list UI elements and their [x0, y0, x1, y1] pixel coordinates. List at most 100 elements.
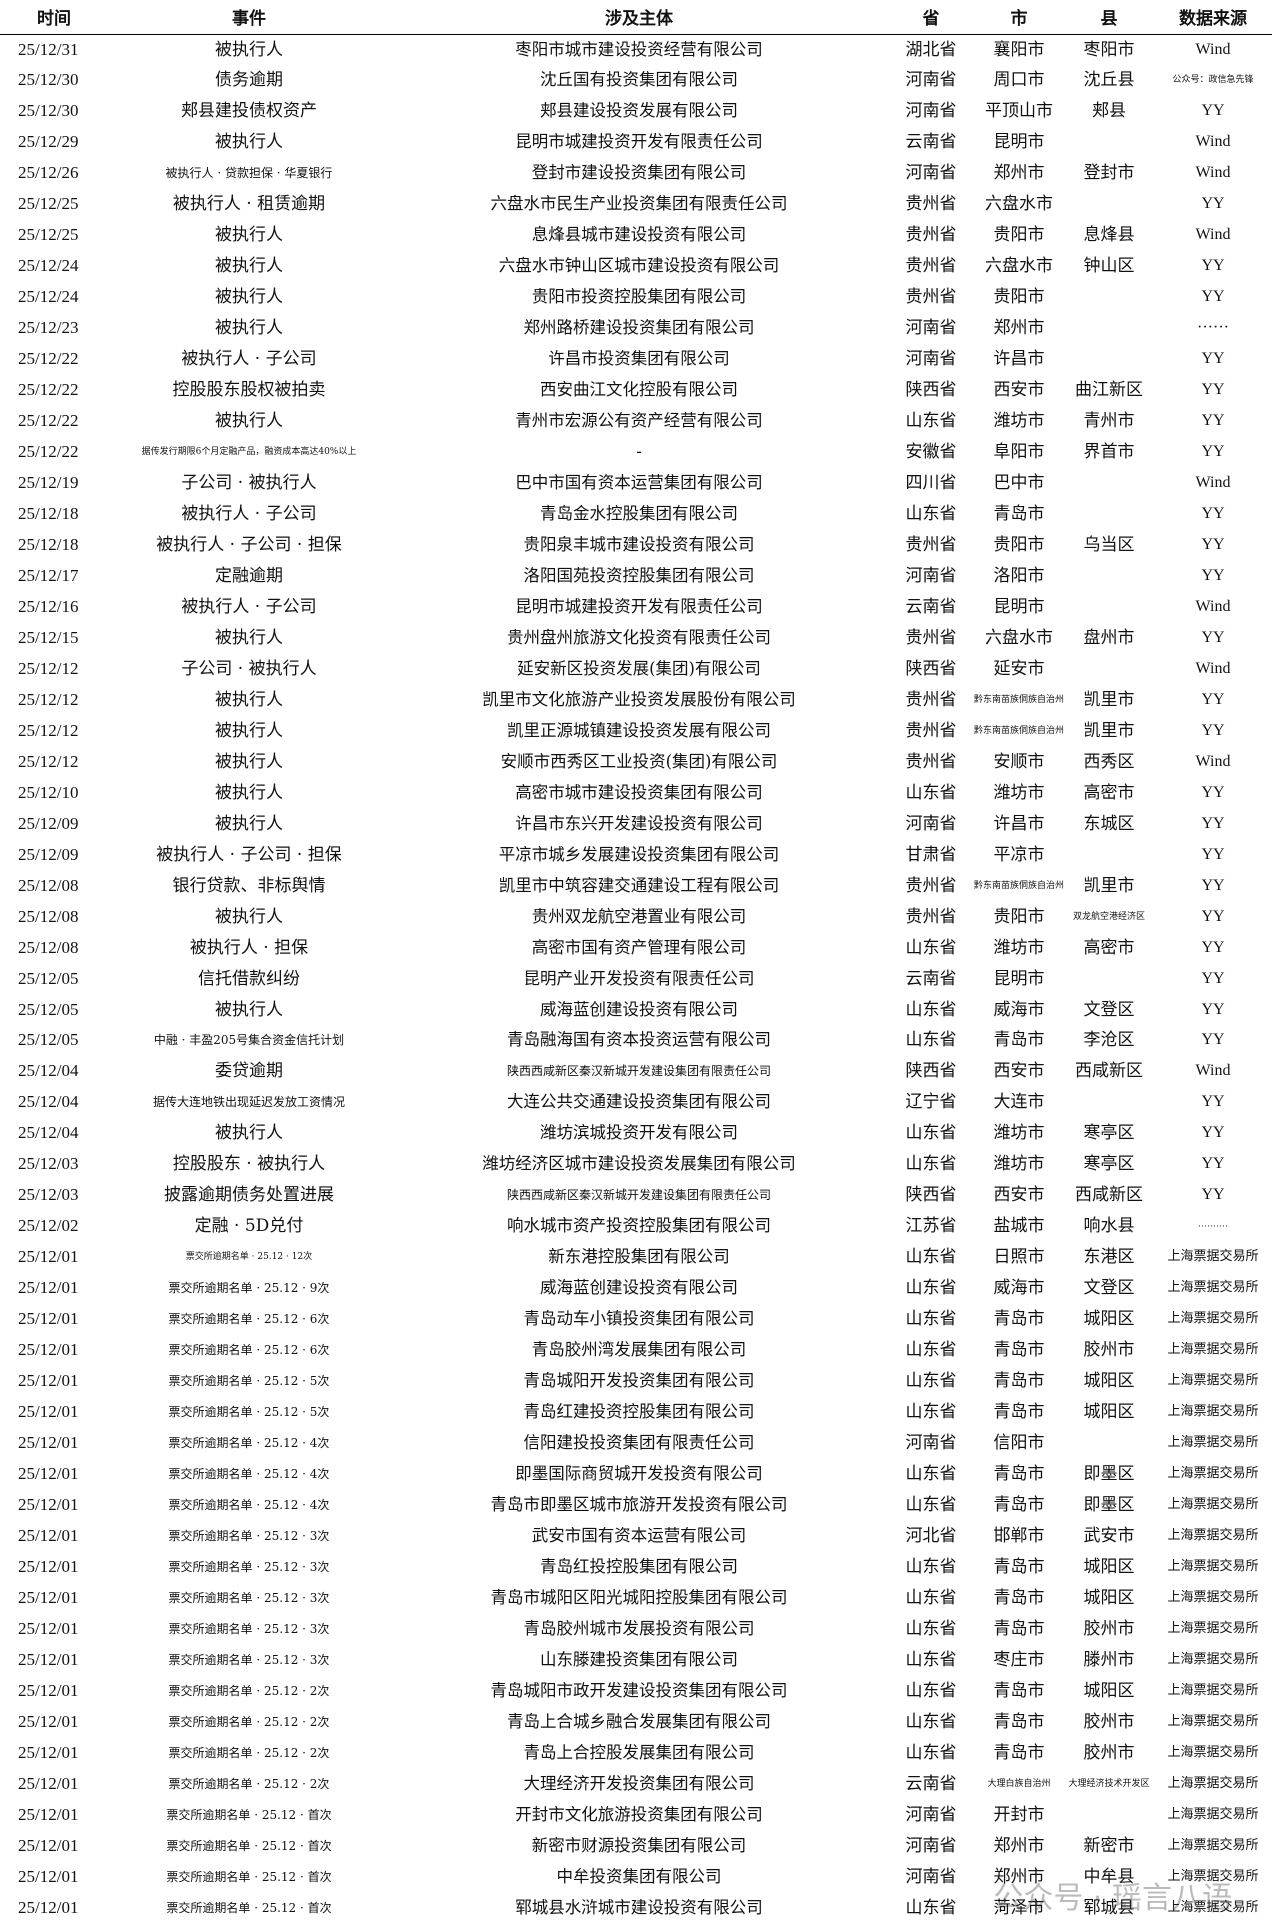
event-cell: 被执行人	[215, 411, 283, 432]
entity-cell: 郏县建设投资发展有限公司	[540, 101, 738, 121]
entity-cell: 贵阳市投资控股集团有限公司	[531, 287, 747, 307]
event-cell: 委贷逾期	[215, 1061, 283, 1082]
event-cell: 被执行人	[215, 256, 283, 277]
header-row: 时间 事件 涉及主体 省 市 县 数据来源	[0, 0, 1272, 35]
event-cell: 票交所逾期名单 · 25.12 · 4次	[168, 1467, 330, 1482]
county-cell: 西咸新区	[1075, 1061, 1143, 1082]
source-cell: YY	[1201, 1000, 1225, 1018]
entity-cell: 威海蓝创建设投资有限公司	[540, 1278, 738, 1298]
source-cell: YY	[1201, 628, 1225, 646]
source-cell: 上海票据交易所	[1167, 1806, 1259, 1822]
source-cell: 上海票据交易所	[1167, 1682, 1259, 1698]
entity-cell: 响水城市资产投资控股集团有限公司	[507, 1216, 771, 1236]
date-cell: 25/12/17	[18, 565, 79, 585]
date-cell: 25/12/29	[18, 132, 79, 152]
date-cell: 25/12/05	[18, 999, 79, 1019]
entity-cell: 沈丘国有投资集团有限公司	[540, 70, 738, 90]
table-row: 25/12/22 被执行人 · 子公司 许昌市投资集团有限公司 河南省 许昌市 YY	[0, 344, 1272, 375]
event-cell: 票交所逾期名单 · 25.12 · 5次	[168, 1374, 330, 1389]
table-row: 25/12/05 中融 · 丰盈205号集合资金信托计划 青岛融海国有资本投资运营有…	[0, 1025, 1272, 1056]
date-cell: 25/12/25	[18, 194, 79, 214]
event-cell: 票交所逾期名单 · 25.12 · 首次	[166, 1869, 332, 1884]
table-row: 25/12/19 子公司 · 被执行人 巴中市国有资本运营集团有限公司 四川省 巴中市 W…	[0, 468, 1272, 499]
source-cell: ······	[1197, 319, 1229, 337]
date-cell: 25/12/01	[18, 1897, 79, 1917]
table-row: 25/12/03 控股股东 · 被执行人 潍坊经济区城市建设投资发展集团有限公司 山东…	[0, 1149, 1272, 1180]
city-cell: 六盘水市	[985, 194, 1053, 215]
table-row: 25/12/24 被执行人 六盘水市钟山区城市建设投资有限公司 贵州省 六盘水市 钟山区 Y…	[0, 251, 1272, 282]
source-cell: 上海票据交易所	[1167, 1868, 1259, 1884]
date-cell: 25/12/22	[18, 349, 79, 369]
city-cell: 开封市	[993, 1804, 1045, 1825]
city-cell: 贵阳市	[993, 534, 1045, 555]
entity-cell: 息烽县城市建设投资有限公司	[531, 225, 747, 245]
county-cell	[1064, 499, 1154, 530]
province-cell: 贵州省	[905, 194, 957, 215]
county-cell: 沈丘县	[1083, 70, 1135, 91]
entity-cell: 贵州双龙航空港置业有限公司	[531, 906, 747, 926]
date-cell: 25/12/08	[18, 937, 79, 957]
entity-cell: 威海蓝创建设投资有限公司	[540, 999, 738, 1019]
date-cell: 25/12/30	[18, 101, 79, 121]
event-cell: 票交所逾期名单 · 25.12 · 3次	[168, 1590, 330, 1605]
event-cell: 票交所逾期名单 · 25.12 · 3次	[168, 1621, 330, 1636]
county-cell: 双龙航空港经济区	[1072, 911, 1145, 922]
table-row: 25/12/01 票交所逾期名单 · 25.12 · 4次 信阳建投投资集团有限责任…	[0, 1428, 1272, 1459]
event-cell: 子公司 · 被执行人	[181, 473, 317, 494]
source-cell: 上海票据交易所	[1167, 1589, 1259, 1605]
entity-cell: 凯里市中筑容建交通建设工程有限公司	[498, 875, 780, 895]
city-cell: 大连市	[993, 1092, 1045, 1113]
table-row: 25/12/10 被执行人 高密市城市建设投资集团有限公司 山东省 潍坊市 高密市 YY	[0, 777, 1272, 808]
table-row: 25/12/01 票交所逾期名单 · 25.12 · 5次 青岛城阳开发投资集团有限…	[0, 1366, 1272, 1397]
header-county: 县	[1064, 0, 1154, 35]
table-row: 25/12/01 票交所逾期名单 · 25.12 · 9次 威海蓝创建设投资有限公司…	[0, 1273, 1272, 1304]
city-cell: 青岛市	[993, 1556, 1045, 1577]
date-cell: 25/12/01	[18, 1835, 79, 1855]
county-cell: 郓城县	[1083, 1897, 1135, 1918]
city-cell: 盐城市	[993, 1216, 1045, 1237]
entity-cell: 高密市国有资产管理有限公司	[531, 937, 747, 957]
table-row: 25/12/01 票交所逾期名单 · 25.12 · 4次 即墨国际商贸城开发投资有…	[0, 1459, 1272, 1490]
entity-cell: 青岛融海国有资本投资运营有限公司	[507, 1030, 771, 1050]
city-cell: 青岛市	[993, 1711, 1045, 1732]
source-cell: YY	[1201, 288, 1225, 306]
source-cell: 上海票据交易所	[1167, 1713, 1259, 1729]
county-cell	[1064, 1799, 1154, 1830]
city-cell: 信阳市	[993, 1433, 1045, 1454]
source-cell: 上海票据交易所	[1167, 1342, 1259, 1358]
city-cell: 黔东南苗族侗族自治州	[974, 694, 1064, 705]
event-cell: 票交所逾期名单 · 25.12 · 6次	[168, 1343, 330, 1358]
source-cell: YY	[1201, 257, 1225, 275]
county-cell: 曲江新区	[1075, 380, 1143, 401]
entity-cell: 贵州盘州旅游文化投资有限责任公司	[507, 627, 771, 647]
province-cell: 河南省	[905, 1835, 957, 1856]
entity-cell: 洛阳国苑投资控股集团有限公司	[523, 565, 755, 585]
date-cell: 25/12/01	[18, 1278, 79, 1298]
province-cell: 山东省	[905, 504, 957, 525]
province-cell: 贵州省	[905, 256, 957, 277]
county-cell: 文登区	[1083, 999, 1135, 1020]
county-cell: 东港区	[1083, 1247, 1135, 1268]
city-cell: 昆明市	[993, 596, 1045, 617]
source-cell: 公众号：政信急先锋	[1172, 75, 1254, 86]
table-row: 25/12/01 票交所逾期名单 · 25.12 · 3次 青岛胶州城市发展投资有限…	[0, 1613, 1272, 1644]
county-cell: 西秀区	[1083, 751, 1135, 772]
source-cell: YY	[1201, 195, 1225, 213]
event-cell: 被执行人	[215, 999, 283, 1020]
city-cell: 潍坊市	[993, 1154, 1045, 1175]
county-cell: 胶州市	[1083, 1618, 1135, 1639]
entity-cell: 许昌市东兴开发建设投资有限公司	[515, 813, 763, 833]
event-cell: 被执行人 · 担保	[189, 937, 309, 958]
county-cell	[1064, 653, 1154, 684]
date-cell: 25/12/22	[18, 380, 79, 400]
city-cell: 青岛市	[993, 1587, 1045, 1608]
province-cell: 山东省	[905, 1402, 957, 1423]
date-cell: 25/12/01	[18, 1247, 79, 1267]
province-cell: 山东省	[905, 1495, 957, 1516]
county-cell	[1064, 1087, 1154, 1118]
event-cell: 票交所逾期名单 · 25.12 · 3次	[168, 1559, 330, 1574]
entity-cell: 青岛动车小镇投资集团有限公司	[523, 1309, 755, 1329]
date-cell: 25/12/12	[18, 751, 79, 771]
table-row: 25/12/31 被执行人 枣阳市城市建设投资经营有限公司 湖北省 襄阳市 枣阳市 Wind	[0, 34, 1272, 65]
city-cell: 青岛市	[993, 1618, 1045, 1639]
